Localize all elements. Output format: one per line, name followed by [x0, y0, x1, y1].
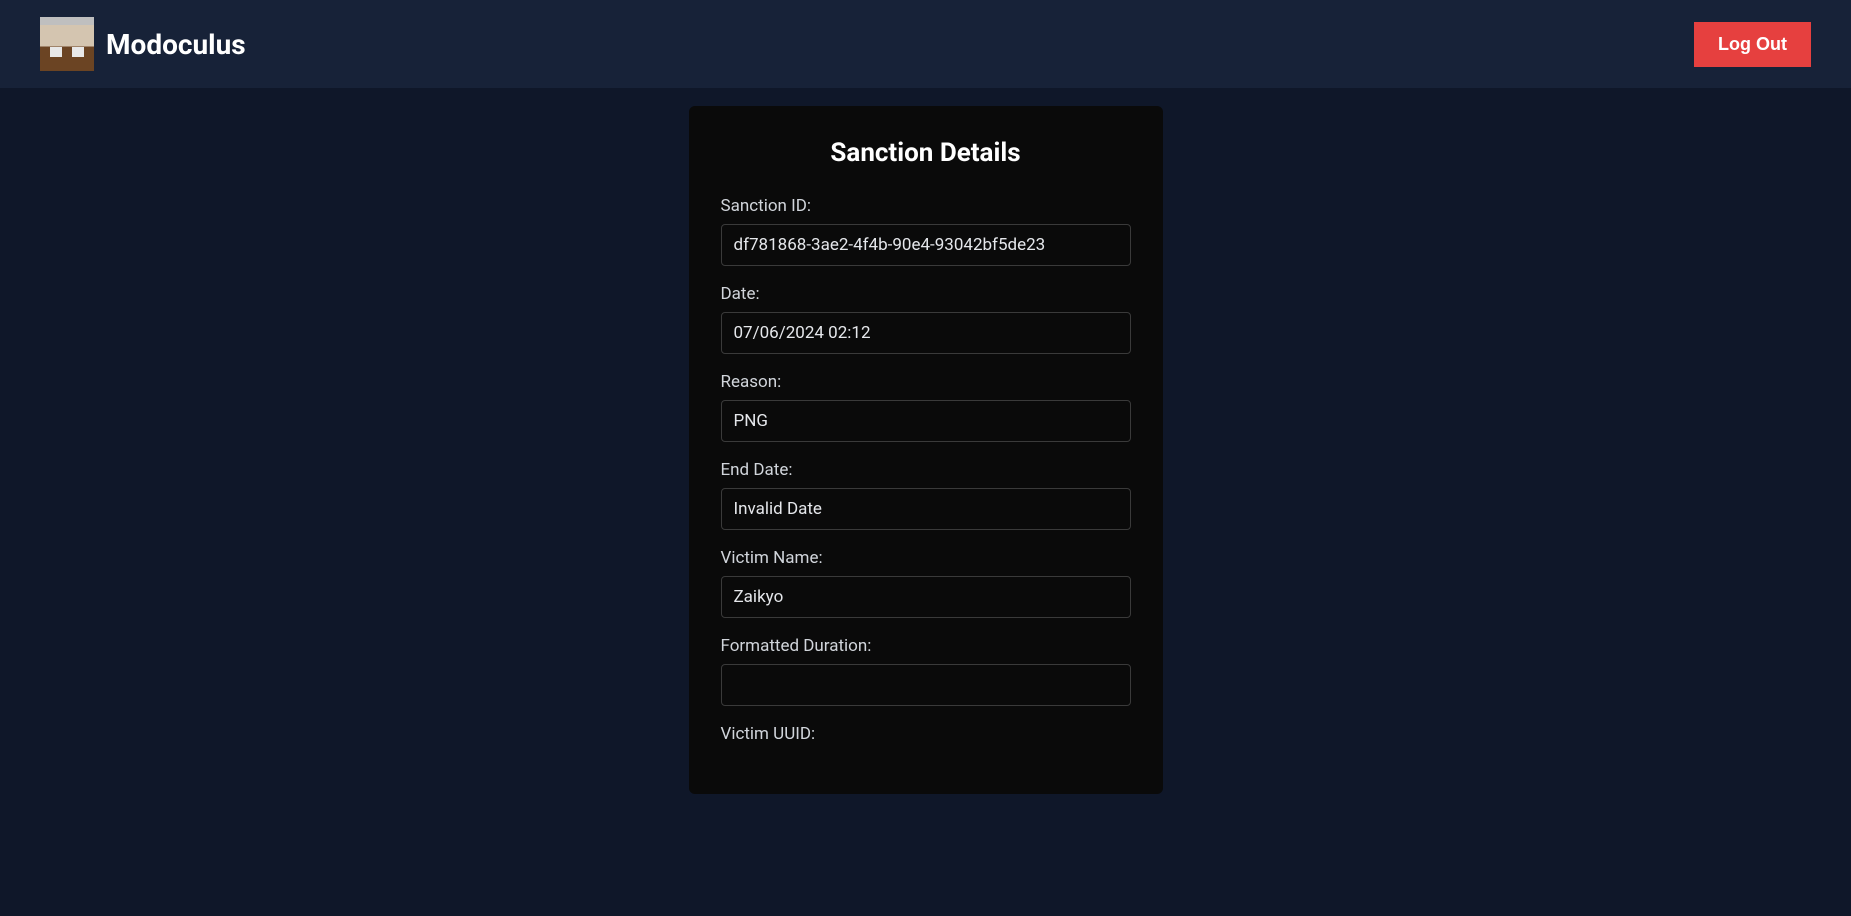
formatted-duration-label: Formatted Duration:: [721, 636, 1131, 656]
logout-button[interactable]: Log Out: [1694, 22, 1811, 67]
date-input[interactable]: [721, 312, 1131, 354]
main-content: Sanction Details Sanction ID: Date: Reas…: [0, 88, 1851, 794]
app-header: Modoculus Log Out: [0, 0, 1851, 88]
formatted-duration-input[interactable]: [721, 664, 1131, 706]
sanction-id-group: Sanction ID:: [721, 196, 1131, 266]
formatted-duration-group: Formatted Duration:: [721, 636, 1131, 706]
date-label: Date:: [721, 284, 1131, 304]
reason-label: Reason:: [721, 372, 1131, 392]
end-date-label: End Date:: [721, 460, 1131, 480]
victim-uuid-group: Victim UUID:: [721, 724, 1131, 744]
brand-name: Modoculus: [106, 28, 246, 61]
victim-name-input[interactable]: [721, 576, 1131, 618]
reason-input[interactable]: [721, 400, 1131, 442]
brand-logo-icon: [40, 17, 94, 71]
date-group: Date:: [721, 284, 1131, 354]
sanction-details-card: Sanction Details Sanction ID: Date: Reas…: [689, 106, 1163, 794]
end-date-input[interactable]: [721, 488, 1131, 530]
brand-container[interactable]: Modoculus: [40, 17, 246, 71]
victim-name-label: Victim Name:: [721, 548, 1131, 568]
end-date-group: End Date:: [721, 460, 1131, 530]
sanction-id-label: Sanction ID:: [721, 196, 1131, 216]
victim-name-group: Victim Name:: [721, 548, 1131, 618]
card-title: Sanction Details: [721, 138, 1131, 168]
victim-uuid-label: Victim UUID:: [721, 724, 1131, 744]
reason-group: Reason:: [721, 372, 1131, 442]
sanction-id-input[interactable]: [721, 224, 1131, 266]
